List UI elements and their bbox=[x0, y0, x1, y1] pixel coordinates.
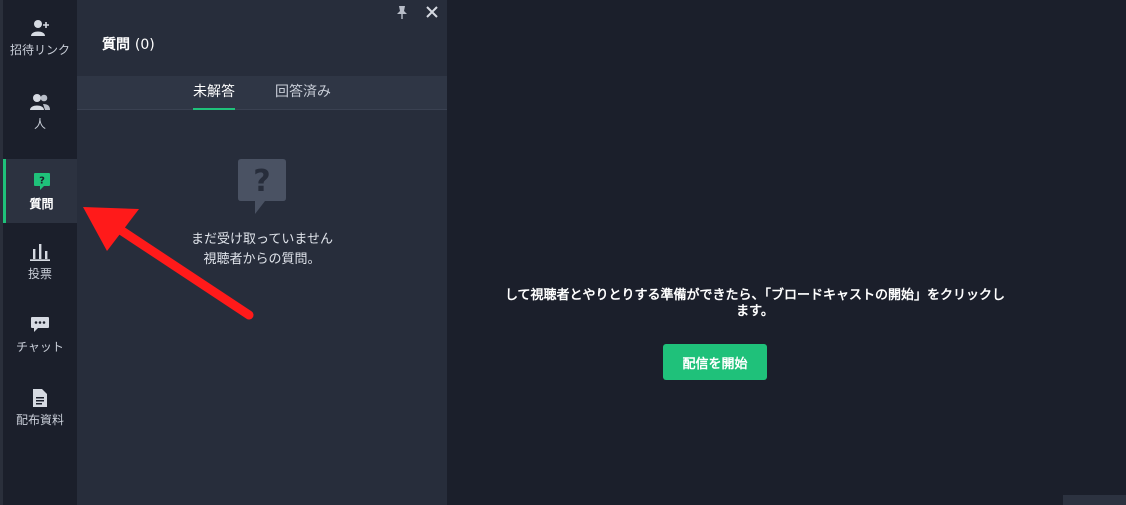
broadcast-instructions: して視聴者とやりとりする準備ができたら、「ブロードキャストの開始」をクリックし … bbox=[447, 288, 1075, 320]
tab-unanswered[interactable]: 未解答 bbox=[193, 76, 235, 110]
pin-icon bbox=[396, 4, 408, 23]
rail-item-polls[interactable]: 投票 bbox=[3, 229, 77, 293]
document-icon bbox=[29, 387, 51, 409]
question-count: (0) bbox=[134, 37, 155, 53]
pin-button[interactable] bbox=[393, 4, 411, 22]
poll-icon bbox=[29, 241, 51, 263]
tab-answered[interactable]: 回答済み bbox=[275, 76, 331, 110]
rail-item-label: 質問 bbox=[29, 197, 54, 211]
close-icon bbox=[426, 3, 438, 22]
rail-item-chat[interactable]: チャット bbox=[3, 302, 77, 366]
start-broadcast-button[interactable]: 配信を開始 bbox=[663, 344, 767, 380]
question-icon: ? bbox=[31, 171, 53, 193]
rail-item-people[interactable]: 人 bbox=[3, 79, 77, 143]
rail-item-label: 人 bbox=[33, 117, 46, 131]
annotation-arrow-icon bbox=[83, 207, 254, 320]
rail-item-label: 投票 bbox=[27, 267, 52, 281]
rail-item-invite-link[interactable]: 招待リンク bbox=[3, 5, 77, 69]
instruction-line: して視聴者とやりとりする準備ができたら、「ブロードキャストの開始」をクリックし bbox=[504, 288, 1006, 303]
panel-header: 質問 (0) bbox=[77, 0, 447, 76]
rail-item-questions[interactable]: ? 質問 bbox=[3, 159, 77, 223]
panel-title-text: 質問 bbox=[102, 37, 130, 53]
rail-item-label: チャット bbox=[16, 340, 64, 354]
chat-icon bbox=[29, 314, 51, 336]
corner-panel bbox=[1063, 495, 1126, 505]
left-rail: 招待リンク 人 ? 質問 投票 チャット 配布資料 bbox=[0, 0, 77, 505]
svg-text:?: ? bbox=[39, 176, 45, 187]
instruction-line: ます。 bbox=[736, 304, 774, 319]
close-panel-button[interactable] bbox=[423, 3, 441, 21]
rail-item-handouts[interactable]: 配布資料 bbox=[3, 375, 77, 439]
svg-text:?: ? bbox=[253, 164, 270, 199]
add-user-icon bbox=[29, 17, 51, 39]
panel-title: 質問 (0) bbox=[102, 34, 155, 54]
rail-item-label: 配布資料 bbox=[15, 413, 64, 427]
broadcast-area: して視聴者とやりとりする準備ができたら、「ブロードキャストの開始」をクリックし … bbox=[447, 0, 1126, 505]
question-tabs: 未解答 回答済み bbox=[77, 76, 447, 110]
people-icon bbox=[29, 91, 51, 113]
rail-item-label: 招待リンク bbox=[9, 43, 70, 57]
